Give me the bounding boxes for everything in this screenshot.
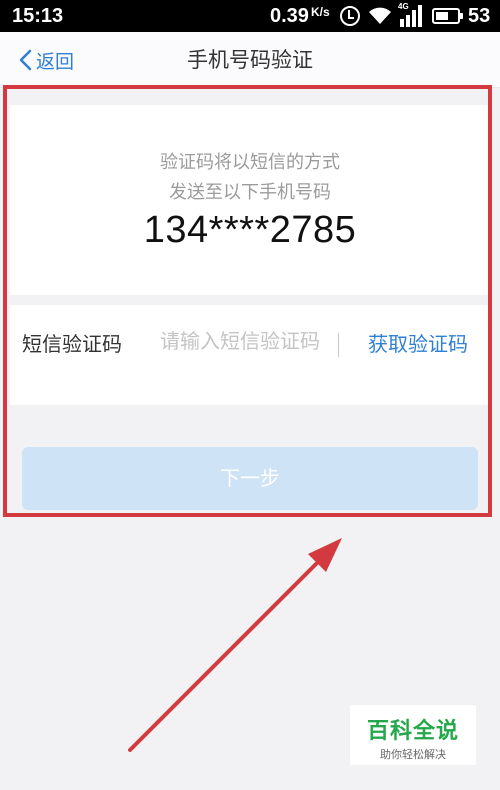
- verification-info-card: 验证码将以短信的方式 发送至以下手机号码 134****2785: [10, 105, 490, 295]
- info-text-line1: 验证码将以短信的方式: [160, 152, 340, 173]
- sms-code-row: 短信验证码 获取验证码: [10, 305, 490, 405]
- battery-level: 53: [468, 5, 491, 27]
- status-time: 15:13: [12, 5, 64, 27]
- alarm-icon: [340, 6, 360, 26]
- signal-icon: [400, 5, 422, 27]
- wifi-icon: [369, 7, 391, 24]
- get-code-button[interactable]: 获取验证码: [368, 328, 468, 357]
- sms-code-input[interactable]: [160, 326, 332, 388]
- network-speed: 0.39 K/s: [270, 5, 330, 28]
- network-speed-value: 0.39: [270, 5, 309, 27]
- watermark-subtitle: 助你轻松解决: [380, 748, 446, 761]
- page-title: 手机号码验证: [187, 48, 313, 72]
- vertical-divider: [338, 333, 339, 357]
- battery-icon: [432, 8, 463, 24]
- watermark-title: 百科全说: [366, 719, 459, 744]
- navigation-bar: 返回 手机号码验证: [0, 32, 500, 88]
- masked-phone-number: 134****2785: [143, 209, 357, 251]
- watermark-logo: 百科全说 助你轻松解决: [350, 705, 476, 765]
- next-step-button[interactable]: 下一步: [22, 447, 478, 510]
- network-speed-unit: K/s: [310, 5, 330, 19]
- info-text-line2: 发送至以下手机号码: [169, 182, 331, 203]
- status-bar: 15:13 0.39 K/s 4G 53: [0, 0, 500, 32]
- sms-code-label: 短信验证码: [22, 332, 122, 356]
